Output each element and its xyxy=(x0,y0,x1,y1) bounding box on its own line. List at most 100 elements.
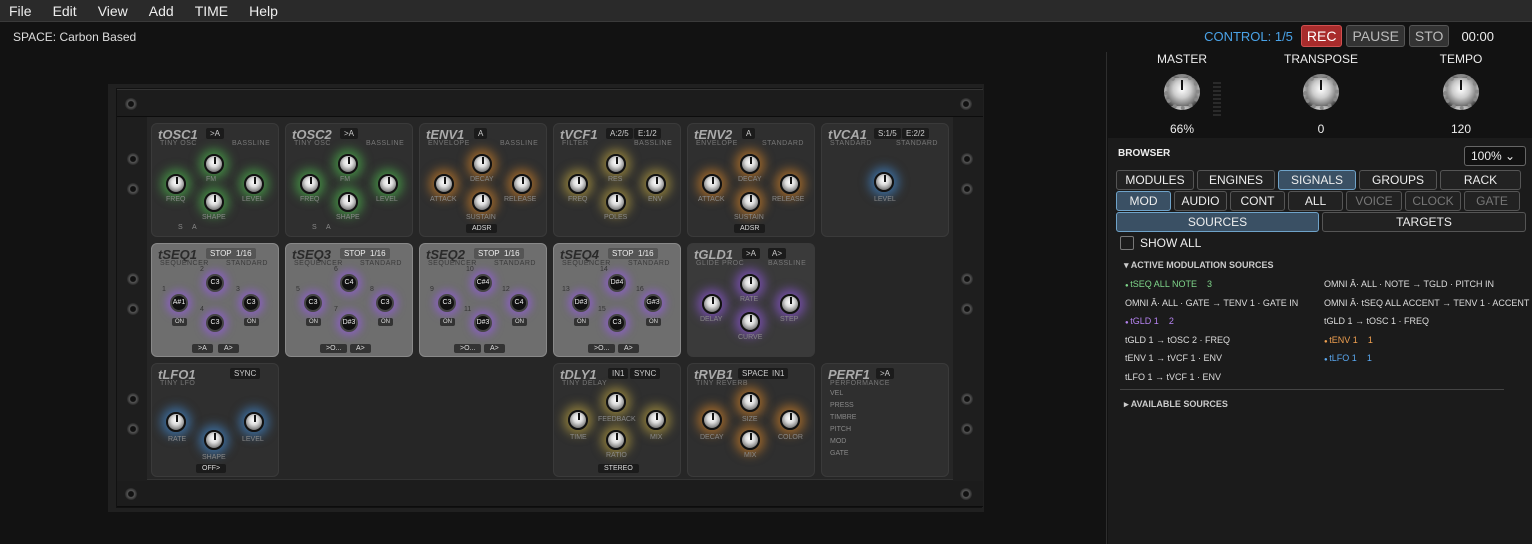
route-button[interactable]: >O... xyxy=(320,344,348,353)
delay-knob[interactable] xyxy=(702,294,722,314)
mix-knob[interactable] xyxy=(740,430,760,450)
mode-selector[interactable]: STEREO xyxy=(598,464,639,473)
step-note-knob[interactable]: C3 xyxy=(438,294,456,312)
release-knob[interactable] xyxy=(780,174,800,194)
attack-knob[interactable] xyxy=(434,174,454,194)
module-tosc2[interactable]: tOSC2 >A TINY OSC BASSLINE FREQ FM SHAPE… xyxy=(285,123,413,237)
modulation-entry[interactable]: tENV 1 → tVCF 1 · ENV xyxy=(1125,353,1222,363)
s-toggle[interactable]: S xyxy=(312,224,317,231)
shape-knob[interactable] xyxy=(338,192,358,212)
route-button[interactable]: A> xyxy=(350,344,371,353)
menu-file[interactable]: File xyxy=(0,3,44,19)
tab-voice[interactable]: VOICE xyxy=(1346,191,1402,211)
route-button[interactable]: A> xyxy=(768,248,787,259)
active-sources-header[interactable]: ▾ ACTIVE MODULATION SOURCES xyxy=(1124,260,1274,271)
route-button[interactable]: E:2/2 xyxy=(902,128,929,139)
rate-button[interactable]: 1/16 xyxy=(634,248,658,259)
step-note-knob[interactable]: G#3 xyxy=(644,294,662,312)
rate-button[interactable]: 1/16 xyxy=(366,248,390,259)
step-on-toggle[interactable]: ON xyxy=(378,318,393,326)
mode-selector[interactable]: ADSR xyxy=(466,224,498,233)
modulation-entry[interactable]: tGLD 1 → tOSC 2 · FREQ xyxy=(1125,335,1230,345)
menu-time[interactable]: TIME xyxy=(186,3,240,19)
step-note-knob[interactable]: C3 xyxy=(304,294,322,312)
size-knob[interactable] xyxy=(740,392,760,412)
tab-signals[interactable]: SIGNALS xyxy=(1278,170,1356,190)
module-tseq4[interactable]: tSEQ4 STOP 1/16 SEQUENCER STANDARD D#3 D… xyxy=(553,243,681,357)
a-toggle[interactable]: A xyxy=(326,224,331,231)
level-knob[interactable] xyxy=(874,172,894,192)
module-tvca1[interactable]: tVCA1 S:1/5 E:2/2 STANDARD STANDARD LEVE… xyxy=(821,123,949,237)
modulation-entry[interactable]: ● tLFO 11 xyxy=(1324,353,1372,363)
step-note-knob[interactable]: D#4 xyxy=(608,274,626,292)
step-note-knob[interactable]: D#3 xyxy=(340,314,358,332)
freq-knob[interactable] xyxy=(166,174,186,194)
step-note-knob[interactable]: C3 xyxy=(242,294,260,312)
step-note-knob[interactable]: C4 xyxy=(340,274,358,292)
decay-knob[interactable] xyxy=(740,154,760,174)
freq-knob[interactable] xyxy=(300,174,320,194)
module-tdly1[interactable]: tDLY1 IN1 SYNC TINY DELAY TIME FEEDBACK … xyxy=(553,363,681,477)
available-sources-header[interactable]: ▸ AVAILABLE SOURCES xyxy=(1124,399,1228,410)
step-on-toggle[interactable]: ON xyxy=(440,318,455,326)
env-knob[interactable] xyxy=(646,174,666,194)
rate-button[interactable]: 1/16 xyxy=(500,248,524,259)
route-button[interactable]: >A xyxy=(206,128,225,139)
route-button[interactable]: >A xyxy=(192,344,213,353)
tab-modules[interactable]: MODULES xyxy=(1116,170,1194,190)
tab-rack[interactable]: RACK xyxy=(1440,170,1521,190)
tab-sources[interactable]: SOURCES xyxy=(1116,212,1319,232)
step-on-toggle[interactable]: ON xyxy=(512,318,527,326)
module-perf1[interactable]: PERF1 >A PERFORMANCE VEL PRESS TIMBRE PI… xyxy=(821,363,949,477)
route-button[interactable]: A> xyxy=(218,344,239,353)
sustain-knob[interactable] xyxy=(740,192,760,212)
step-note-knob[interactable]: D#3 xyxy=(572,294,590,312)
color-knob[interactable] xyxy=(780,410,800,430)
level-knob[interactable] xyxy=(244,412,264,432)
module-trvb1[interactable]: tRVB1 SPACE IN1 TINY REVERB DECAY SIZE M… xyxy=(687,363,815,477)
step-note-knob[interactable]: C3 xyxy=(608,314,626,332)
module-tseq1[interactable]: tSEQ1 STOP 1/16 SEQUENCER STANDARD A#1 C… xyxy=(151,243,279,357)
step-note-knob[interactable]: C#4 xyxy=(474,274,492,292)
control-indicator[interactable]: CONTROL: 1/5 xyxy=(1204,29,1293,44)
shape-knob[interactable] xyxy=(204,192,224,212)
sto-button[interactable]: STO xyxy=(1408,25,1450,47)
route-button[interactable]: >A xyxy=(340,128,359,139)
rate-knob[interactable] xyxy=(740,274,760,294)
module-tseq3[interactable]: tSEQ3 STOP 1/16 SEQUENCER STANDARD C3 C4… xyxy=(285,243,413,357)
module-tgld1[interactable]: tGLD1 >A A> GLIDE PROC BASSLINE DELAY RA… xyxy=(687,243,815,357)
rec-button[interactable]: REC xyxy=(1300,25,1343,47)
tab-gate[interactable]: GATE xyxy=(1464,191,1520,211)
modulation-entry[interactable]: OMNI Â· ALL · NOTE → TGLD · PITCH IN xyxy=(1324,279,1494,289)
menu-help[interactable]: Help xyxy=(240,3,290,19)
decay-knob[interactable] xyxy=(702,410,722,430)
tab-targets[interactable]: TARGETS xyxy=(1322,212,1526,232)
module-tenv1[interactable]: tENV1 A ENVELOPE BASSLINE ATTACK DECAY S… xyxy=(419,123,547,237)
menu-view[interactable]: View xyxy=(89,3,140,19)
freq-knob[interactable] xyxy=(568,174,588,194)
level-knob[interactable] xyxy=(378,174,398,194)
step-note-knob[interactable]: C4 xyxy=(510,294,528,312)
curve-knob[interactable] xyxy=(740,312,760,332)
ratio-knob[interactable] xyxy=(606,430,626,450)
pause-button[interactable]: PAUSE xyxy=(1346,25,1405,47)
step-note-knob[interactable]: D#3 xyxy=(474,314,492,332)
route-button[interactable]: >O... xyxy=(588,344,616,353)
route-button[interactable]: A> xyxy=(618,344,639,353)
rate-knob[interactable] xyxy=(166,412,186,432)
menu-add[interactable]: Add xyxy=(140,3,186,19)
step-on-toggle[interactable]: ON xyxy=(306,318,321,326)
modulation-entry[interactable]: ● tSEQ ALL NOTE 3 xyxy=(1125,279,1212,289)
fm-knob[interactable] xyxy=(204,154,224,174)
time-knob[interactable] xyxy=(568,410,588,430)
route-button[interactable]: A> xyxy=(484,344,505,353)
a-toggle[interactable]: A xyxy=(192,224,197,231)
mix-knob[interactable] xyxy=(646,410,666,430)
show-all-checkbox[interactable] xyxy=(1120,236,1134,250)
modulation-entry[interactable]: ● tGLD 12 xyxy=(1125,316,1174,326)
sustain-knob[interactable] xyxy=(472,192,492,212)
route-button[interactable]: E:1/2 xyxy=(634,128,661,139)
step-on-toggle[interactable]: ON xyxy=(646,318,661,326)
route-button[interactable]: A:2/5 xyxy=(606,128,633,139)
step-note-knob[interactable]: C3 xyxy=(206,314,224,332)
